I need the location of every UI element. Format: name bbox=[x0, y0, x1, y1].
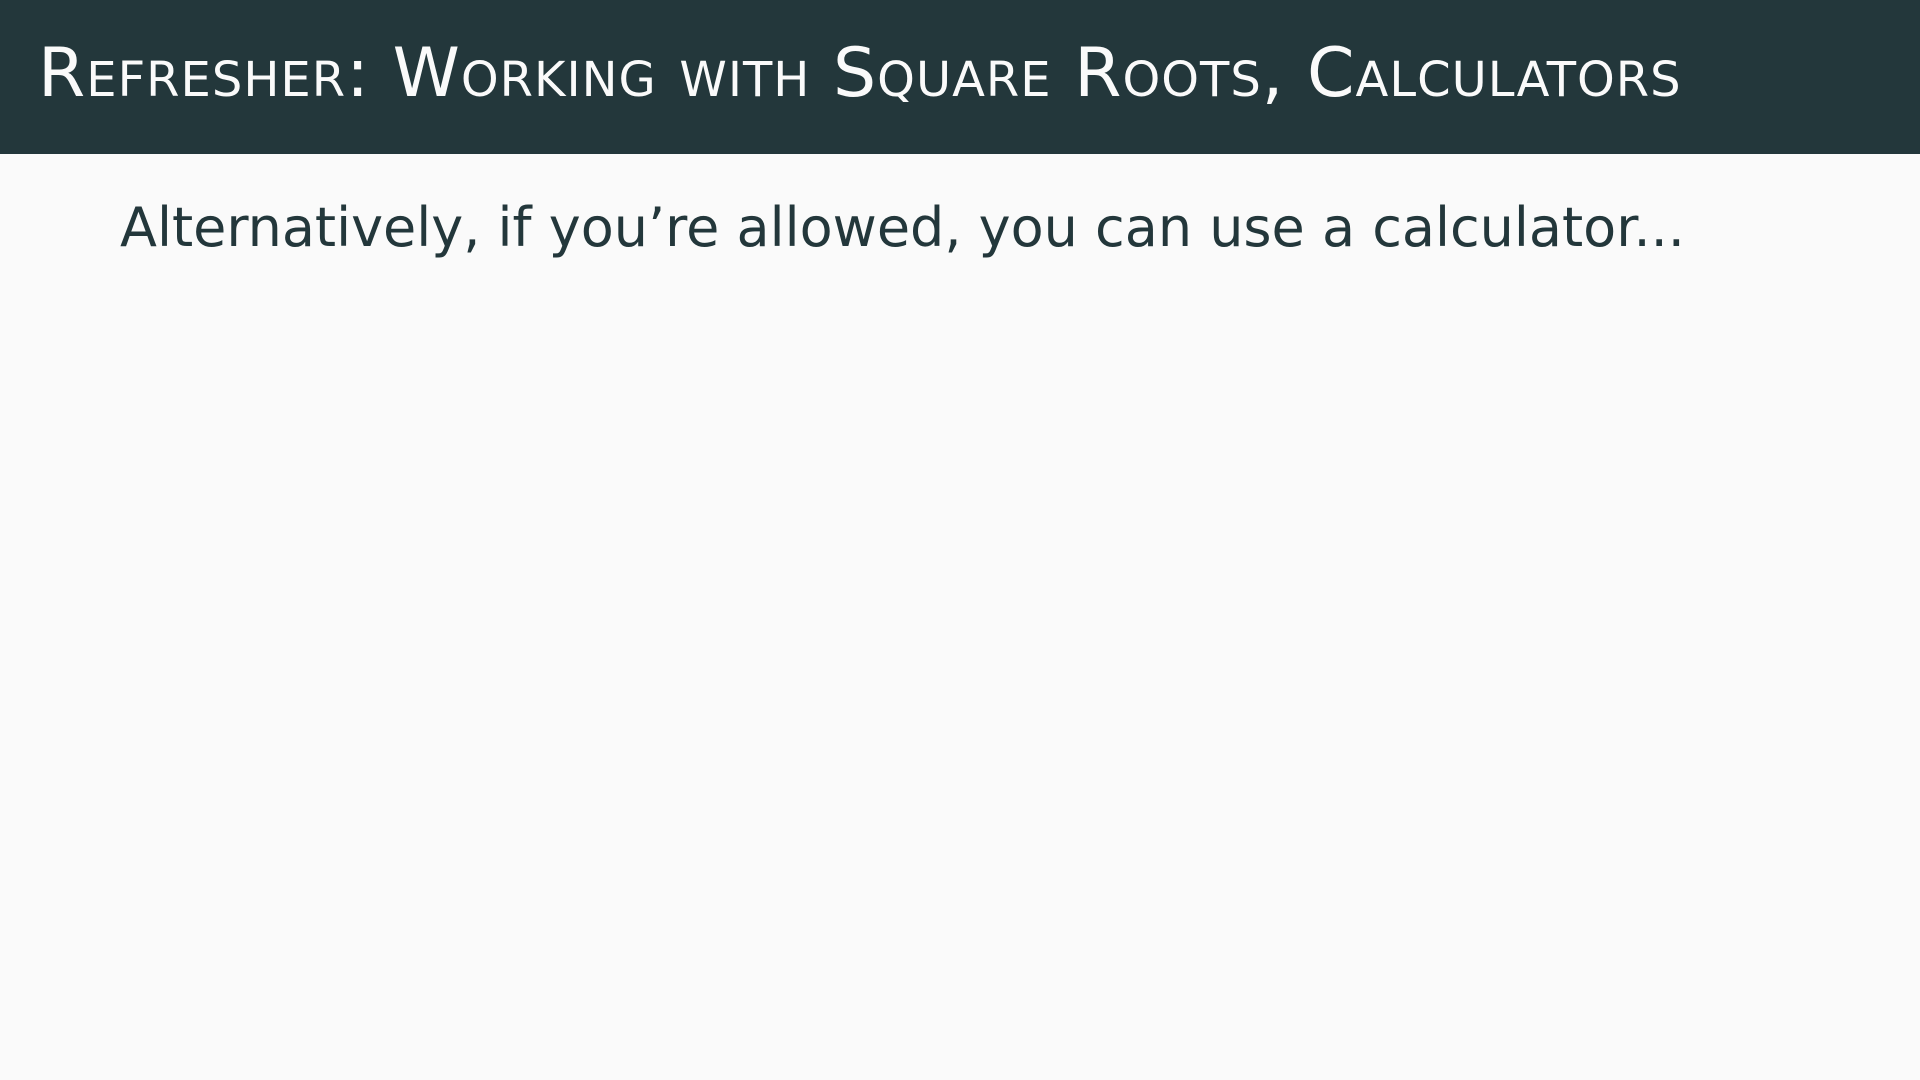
body-text: Alternatively, if you’re allowed, you ca… bbox=[120, 196, 1685, 259]
slide-title: Refresher: Working with Square Roots, Ca… bbox=[38, 34, 1682, 113]
slide-content: Alternatively, if you’re allowed, you ca… bbox=[120, 196, 1820, 261]
title-bar: Refresher: Working with Square Roots, Ca… bbox=[0, 0, 1920, 154]
slide: Refresher: Working with Square Roots, Ca… bbox=[0, 0, 1920, 1080]
